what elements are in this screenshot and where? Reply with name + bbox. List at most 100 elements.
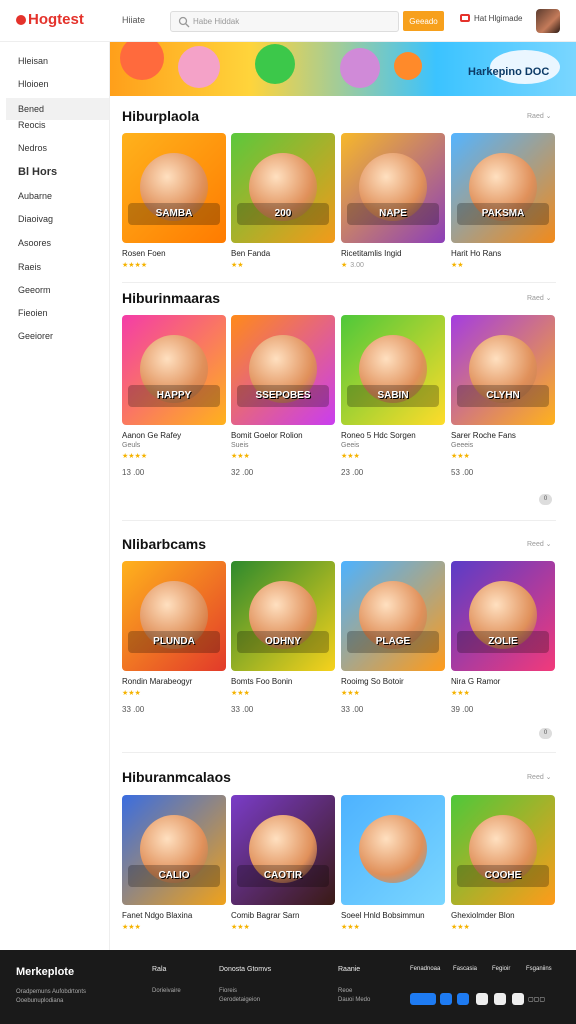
game-card[interactable]: 200 Ben Fanda ★★	[231, 133, 335, 269]
facebook-icon[interactable]	[440, 993, 452, 1005]
sidebar-item[interactable]: Aubarne	[0, 185, 110, 207]
game-title[interactable]: Sarer Roche Fans	[451, 431, 555, 440]
game-thumbnail[interactable]: PLUNDA	[122, 561, 226, 671]
game-title[interactable]: Bomts Foo Bonin	[231, 677, 335, 686]
section-title: Hiburplaola	[122, 108, 200, 124]
game-thumbnail[interactable]: 200	[231, 133, 335, 243]
sidebar-item[interactable]: Asoores	[0, 232, 110, 254]
game-title[interactable]: Roneo 5 Hdc Sorgen	[341, 431, 445, 440]
game-card[interactable]: SSEPOBES Bomit Goelor Rolion Sueis ★★★ 32 .0…	[231, 315, 335, 477]
app-store-icon[interactable]	[410, 993, 436, 1005]
game-title[interactable]: Rondin Marabeogyr	[122, 677, 226, 686]
share-icon[interactable]	[494, 993, 506, 1005]
game-thumbnail[interactable]: CALIO	[122, 795, 226, 905]
search-box[interactable]: Habe Hiddak	[170, 11, 399, 32]
footer-brand-text: Oradpemuns Aufobdrtonts Ooebunuplodiana	[16, 989, 87, 1004]
sidebar-item[interactable]: Hleisan	[0, 50, 110, 72]
game-thumbnail[interactable]: SSEPOBES	[231, 315, 335, 425]
game-title[interactable]: Aanon Ge Rafey	[122, 431, 226, 440]
footer-link[interactable]: Dauoi Medo	[338, 997, 370, 1003]
sidebar-item[interactable]: Diaoivag	[0, 208, 110, 230]
see-all-link[interactable]: Reed ⌄	[527, 540, 552, 548]
game-thumbnail[interactable]: NAPE	[341, 133, 445, 243]
game-card[interactable]: PLUNDA Rondin Marabeogyr ★★★ 33 .00	[122, 561, 226, 714]
game-title[interactable]: Nira G Ramor	[451, 677, 555, 686]
footer-link[interactable]: Gerodetaigeion	[219, 997, 260, 1003]
twitter-icon[interactable]	[457, 993, 469, 1005]
section-title: Hiburanmcalaos	[122, 769, 231, 785]
game-title[interactable]: Fanet Ndgo Blaxina	[122, 911, 226, 920]
sidebar-item[interactable]: Geeiorer	[0, 325, 110, 347]
game-title[interactable]: Harit Ho Rans	[451, 249, 555, 258]
game-logo-text: PLUNDA	[128, 631, 220, 653]
footer-link[interactable]: Reoe	[338, 988, 352, 994]
game-title[interactable]: Comib Bagrar Sarn	[231, 911, 335, 920]
footer-heading: Fascasia	[453, 966, 478, 972]
game-subtitle: Sueis	[231, 442, 249, 449]
footer-brand[interactable]: Merkeplote	[16, 966, 74, 978]
game-thumbnail[interactable]: PAKSMA	[451, 133, 555, 243]
game-thumbnail[interactable]: ODHNY	[231, 561, 335, 671]
site-logo[interactable]: Hogtest	[16, 11, 84, 28]
game-card[interactable]: SABIN Roneo 5 Hdc Sorgen Geeis ★★★ 23 .00	[341, 315, 445, 477]
game-card[interactable]: PLAGE Rooimg So Botoir ★★★ 33 .00	[341, 561, 445, 714]
game-card[interactable]: ODHNY Bomts Foo Bonin ★★★ 33 .00	[231, 561, 335, 714]
game-card[interactable]: Soeel Hnld Bobsimmun ★★★	[341, 795, 445, 931]
more-badge[interactable]: 0	[539, 494, 552, 505]
promo-banner[interactable]: Harkepino DOC	[110, 42, 576, 96]
game-card[interactable]: CAOTIR Comib Bagrar Sarn ★★★	[231, 795, 335, 931]
game-card[interactable]: SAMBA Rosen Foen ★★★★	[122, 133, 226, 269]
sidebar-item[interactable]: Hloioen	[0, 73, 110, 95]
character-art	[120, 42, 164, 80]
footer-link[interactable]: Dorieivaire	[152, 988, 181, 994]
game-card[interactable]: HAPPY Aanon Ge Rafey Geuls ★★★★ 13 .00	[122, 315, 226, 477]
game-card[interactable]: COOHE Ghexiolmder Blon ★★★	[451, 795, 555, 931]
see-all-link[interactable]: Reed ⌄	[527, 773, 552, 781]
game-card[interactable]: CLYHN Sarer Roche Fans Geeeis ★★★ 53 .00	[451, 315, 555, 477]
game-thumbnail[interactable]: PLAGE	[341, 561, 445, 671]
game-card[interactable]: ZOLIE Nira G Ramor ★★★ 39 .00	[451, 561, 555, 714]
game-thumbnail[interactable]	[341, 795, 445, 905]
more-badge[interactable]: 0	[539, 728, 552, 739]
game-price: 33 .00	[122, 705, 145, 714]
game-title[interactable]: Rooimg So Botoir	[341, 677, 445, 686]
search-input[interactable]: Habe Hiddak	[193, 17, 239, 26]
game-title[interactable]: Ben Fanda	[231, 249, 335, 258]
game-card[interactable]: NAPE Ricetitamlis Ingid ★ 3.00	[341, 133, 445, 269]
footer-link[interactable]: Fioreis	[219, 988, 237, 994]
sidebar-item[interactable]: Bl Hors	[0, 160, 110, 182]
sidebar-item[interactable]: Fieoien	[0, 302, 110, 324]
game-card[interactable]: PAKSMA Harit Ho Rans ★★	[451, 133, 555, 269]
avatar[interactable]	[536, 9, 560, 33]
game-title[interactable]: Bomit Goelor Rolion	[231, 431, 335, 440]
game-thumbnail[interactable]: CLYHN	[451, 315, 555, 425]
search-button[interactable]: Geeado	[403, 11, 444, 31]
footer-link[interactable]: ▢▢▢	[528, 996, 545, 1003]
game-card[interactable]: CALIO Fanet Ndgo Blaxina ★★★	[122, 795, 226, 931]
game-thumbnail[interactable]: SAMBA	[122, 133, 226, 243]
game-logo-text: 200	[237, 203, 329, 225]
see-all-label: Reed	[527, 541, 544, 548]
game-title[interactable]: Soeel Hnld Bobsimmun	[341, 911, 445, 920]
mail-icon[interactable]	[476, 993, 488, 1005]
sidebar-item[interactable]: Raeis	[0, 256, 110, 278]
game-thumbnail[interactable]: CAOTIR	[231, 795, 335, 905]
nav-link[interactable]: Hiiate	[122, 15, 145, 25]
game-title[interactable]: Rosen Foen	[122, 249, 226, 258]
signin-link[interactable]: Hat Hlgimade	[460, 14, 522, 23]
game-logo-text: SABIN	[347, 385, 439, 407]
game-title[interactable]: Ghexiolmder Blon	[451, 911, 555, 920]
game-thumbnail[interactable]: SABIN	[341, 315, 445, 425]
game-thumbnail[interactable]: ZOLIE	[451, 561, 555, 671]
sidebar-item[interactable]: Nedros	[0, 137, 110, 159]
game-thumbnail[interactable]: HAPPY	[122, 315, 226, 425]
see-all-link[interactable]: Raed ⌄	[527, 294, 552, 302]
game-thumbnail[interactable]: COOHE	[451, 795, 555, 905]
sidebar-item[interactable]: Geeorm	[0, 279, 110, 301]
game-title[interactable]: Ricetitamlis Ingid	[341, 249, 445, 258]
sidebar-item[interactable]: Reocis	[0, 114, 110, 136]
apple-icon[interactable]	[512, 993, 524, 1005]
game-logo-text: CAOTIR	[237, 865, 329, 887]
rating-stars: ★★★	[451, 452, 555, 460]
see-all-link[interactable]: Raed ⌄	[527, 112, 552, 120]
